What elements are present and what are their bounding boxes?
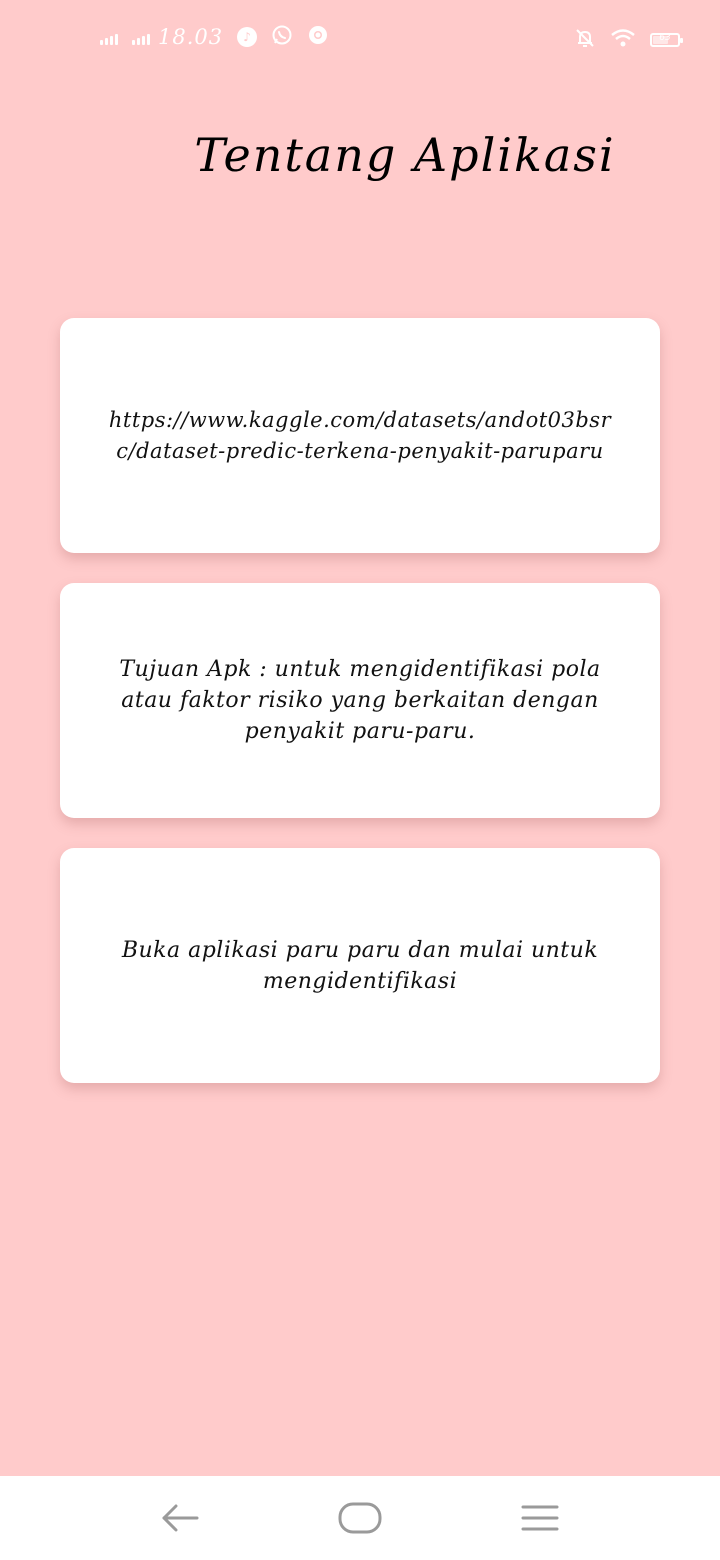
- dataset-link-text[interactable]: https://www.kaggle.com/datasets/andot03b…: [104, 345, 616, 467]
- status-bar-left: 18.03 ♪: [100, 24, 329, 50]
- status-bar-right: 63: [574, 27, 683, 53]
- card-open-app[interactable]: Buka aplikasi paru paru dan mulai untuk …: [60, 848, 660, 1083]
- wifi-icon: [610, 28, 636, 52]
- battery-percent: 63: [659, 33, 671, 43]
- signal-icon: [100, 29, 118, 45]
- signal-icon: [132, 29, 150, 45]
- whatsapp-icon: [271, 24, 293, 50]
- page-title: Tentang Aplikasi: [194, 128, 616, 182]
- open-app-text: Buka aplikasi paru paru dan mulai untuk …: [121, 937, 599, 994]
- home-button[interactable]: [330, 1498, 390, 1538]
- navigation-bar: [0, 1476, 720, 1560]
- app-purpose-text: Tujuan Apk : untuk mengidentifikasi pola…: [119, 657, 601, 744]
- recents-menu-icon: [521, 1505, 559, 1531]
- battery-icon: 63: [650, 33, 683, 47]
- back-button[interactable]: [150, 1498, 210, 1538]
- back-icon: [162, 1504, 199, 1532]
- chrome-icon: [307, 24, 329, 50]
- recents-button[interactable]: [510, 1498, 570, 1538]
- notifications-off-icon: [574, 27, 596, 53]
- home-icon: [338, 1502, 382, 1534]
- status-time: 18.03: [158, 25, 224, 49]
- card-dataset-link[interactable]: https://www.kaggle.com/datasets/andot03b…: [60, 318, 660, 553]
- tiktok-icon: ♪: [237, 27, 258, 47]
- status-bar: 18.03 ♪ 63: [0, 0, 720, 78]
- card-app-purpose[interactable]: Tujuan Apk : untuk mengidentifikasi pola…: [60, 583, 660, 818]
